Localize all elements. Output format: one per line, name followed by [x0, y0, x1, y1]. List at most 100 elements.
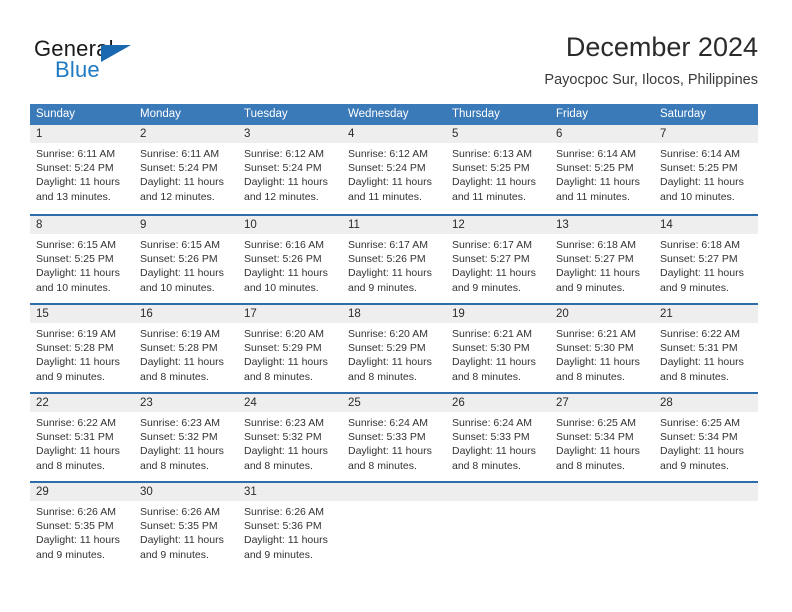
day-detail-line: and 9 minutes.	[348, 281, 417, 294]
day-cell[interactable]: 25 Sunrise: 6:24 AM Sunset: 5:33 PM Dayligh…	[342, 394, 446, 481]
day-cell[interactable]: 6 Sunrise: 6:14 AM Sunset: 5:25 PM Daylight…	[550, 125, 654, 214]
day-cell[interactable]: 31 Sunrise: 6:26 AM Sunset: 5:36 PM Dayligh…	[238, 483, 342, 570]
day-detail-line: and 8 minutes.	[36, 459, 105, 472]
general-blue-logo[interactable]: General Blue	[34, 36, 214, 88]
day-detail-line: and 8 minutes.	[452, 459, 521, 472]
day-detail-line: and 12 minutes.	[140, 190, 215, 203]
day-number-band: 8	[30, 216, 134, 234]
flag-triangle-icon	[101, 45, 131, 62]
day-detail-text: Sunrise: 6:24 AM Sunset: 5:33 PM Daylight:…	[446, 412, 550, 473]
day-detail-line: and 10 minutes.	[660, 190, 735, 203]
day-cell[interactable]: 12 Sunrise: 6:17 AM Sunset: 5:27 PM Dayligh…	[446, 216, 550, 303]
day-detail-line: Sunset: 5:31 PM	[36, 431, 114, 444]
day-cell[interactable]: 21 Sunrise: 6:22 AM Sunset: 5:31 PM Dayligh…	[654, 305, 758, 392]
day-detail-text: Sunrise: 6:18 AM Sunset: 5:27 PM Daylight:…	[550, 234, 654, 295]
day-cell[interactable]: 22 Sunrise: 6:22 AM Sunset: 5:31 PM Dayligh…	[30, 394, 134, 481]
day-detail-line: and 9 minutes.	[660, 281, 729, 294]
day-detail-line: Daylight: 11 hours	[244, 445, 328, 458]
day-number-band: 12	[446, 216, 550, 234]
day-cell[interactable]: 14 Sunrise: 6:18 AM Sunset: 5:27 PM Dayligh…	[654, 216, 758, 303]
day-detail-line: Sunset: 5:26 PM	[244, 253, 322, 266]
day-cell[interactable]: 20 Sunrise: 6:21 AM Sunset: 5:30 PM Dayligh…	[550, 305, 654, 392]
day-cell[interactable]: 15 Sunrise: 6:19 AM Sunset: 5:28 PM Dayligh…	[30, 305, 134, 392]
day-number-band: 6	[550, 125, 654, 143]
day-number-band: 26	[446, 394, 550, 412]
day-number-band	[654, 483, 758, 501]
day-cell[interactable]: 8 Sunrise: 6:15 AM Sunset: 5:25 PM Daylight…	[30, 216, 134, 303]
day-detail-line: Sunset: 5:30 PM	[452, 342, 530, 355]
day-cell[interactable]: 2 Sunrise: 6:11 AM Sunset: 5:24 PM Daylight…	[134, 125, 238, 214]
day-cell[interactable]: 16 Sunrise: 6:19 AM Sunset: 5:28 PM Dayligh…	[134, 305, 238, 392]
day-detail-line: Sunrise: 6:24 AM	[452, 417, 532, 429]
day-detail-line: Sunset: 5:34 PM	[556, 431, 634, 444]
day-detail-text: Sunrise: 6:16 AM Sunset: 5:26 PM Daylight:…	[238, 234, 342, 295]
day-detail-line: Sunrise: 6:13 AM	[452, 148, 532, 160]
day-number-band: 15	[30, 305, 134, 323]
day-detail-line: Daylight: 11 hours	[556, 267, 640, 280]
day-detail-line: and 8 minutes.	[660, 370, 729, 383]
day-detail-line: and 11 minutes.	[348, 190, 422, 203]
day-cell[interactable]: 17 Sunrise: 6:20 AM Sunset: 5:29 PM Dayligh…	[238, 305, 342, 392]
day-number: 16	[140, 308, 153, 320]
day-cell[interactable]: 26 Sunrise: 6:24 AM Sunset: 5:33 PM Dayligh…	[446, 394, 550, 481]
day-detail-text: Sunrise: 6:14 AM Sunset: 5:25 PM Daylight:…	[654, 143, 758, 204]
day-detail-line: Sunset: 5:27 PM	[556, 253, 634, 266]
day-number-band: 19	[446, 305, 550, 323]
day-cell[interactable]: 19 Sunrise: 6:21 AM Sunset: 5:30 PM Dayligh…	[446, 305, 550, 392]
day-cell[interactable]: 30 Sunrise: 6:26 AM Sunset: 5:35 PM Dayligh…	[134, 483, 238, 570]
day-detail-line: and 9 minutes.	[244, 548, 313, 561]
day-cell[interactable]: 18 Sunrise: 6:20 AM Sunset: 5:29 PM Dayligh…	[342, 305, 446, 392]
day-number-band: 23	[134, 394, 238, 412]
day-cell[interactable]: 5 Sunrise: 6:13 AM Sunset: 5:25 PM Daylight…	[446, 125, 550, 214]
day-number-band: 31	[238, 483, 342, 501]
day-number: 8	[36, 219, 43, 231]
day-number: 31	[244, 486, 257, 498]
day-detail-line: Daylight: 11 hours	[660, 176, 744, 189]
day-cell[interactable]: 28 Sunrise: 6:25 AM Sunset: 5:34 PM Dayligh…	[654, 394, 758, 481]
day-number: 22	[36, 397, 49, 409]
day-number: 10	[244, 219, 257, 231]
day-detail-text: Sunrise: 6:12 AM Sunset: 5:24 PM Daylight:…	[238, 143, 342, 204]
day-cell[interactable]: 23 Sunrise: 6:23 AM Sunset: 5:32 PM Dayligh…	[134, 394, 238, 481]
day-detail-text: Sunrise: 6:26 AM Sunset: 5:35 PM Daylight:…	[30, 501, 134, 562]
day-detail-text: Sunrise: 6:23 AM Sunset: 5:32 PM Daylight:…	[134, 412, 238, 473]
day-cell[interactable]: 9 Sunrise: 6:15 AM Sunset: 5:26 PM Daylight…	[134, 216, 238, 303]
day-detail-line: Sunrise: 6:15 AM	[140, 239, 220, 251]
day-detail-line: Sunrise: 6:17 AM	[348, 239, 428, 251]
day-detail-line: Sunset: 5:25 PM	[660, 162, 738, 175]
day-detail-line: Daylight: 11 hours	[556, 356, 640, 369]
calendar-week-row: 29 Sunrise: 6:26 AM Sunset: 5:35 PM Dayligh…	[30, 481, 758, 570]
day-detail-line: Sunset: 5:31 PM	[660, 342, 738, 355]
day-cell[interactable]: 29 Sunrise: 6:26 AM Sunset: 5:35 PM Dayligh…	[30, 483, 134, 570]
day-detail-text	[654, 501, 758, 505]
day-detail-line: Daylight: 11 hours	[36, 356, 120, 369]
day-cell[interactable]: 1 Sunrise: 6:11 AM Sunset: 5:24 PM Daylight…	[30, 125, 134, 214]
day-cell[interactable]: 3 Sunrise: 6:12 AM Sunset: 5:24 PM Daylight…	[238, 125, 342, 214]
day-detail-text: Sunrise: 6:21 AM Sunset: 5:30 PM Daylight:…	[550, 323, 654, 384]
day-detail-text: Sunrise: 6:20 AM Sunset: 5:29 PM Daylight:…	[238, 323, 342, 384]
day-cell[interactable]: 7 Sunrise: 6:14 AM Sunset: 5:25 PM Daylight…	[654, 125, 758, 214]
day-cell[interactable]: 10 Sunrise: 6:16 AM Sunset: 5:26 PM Dayligh…	[238, 216, 342, 303]
day-detail-line: Sunrise: 6:19 AM	[140, 328, 220, 340]
day-detail-text: Sunrise: 6:15 AM Sunset: 5:25 PM Daylight:…	[30, 234, 134, 295]
day-number-band: 3	[238, 125, 342, 143]
day-detail-line: Daylight: 11 hours	[244, 176, 328, 189]
day-detail-line: and 13 minutes.	[36, 190, 111, 203]
day-cell[interactable]: 27 Sunrise: 6:25 AM Sunset: 5:34 PM Dayligh…	[550, 394, 654, 481]
day-number-band: 11	[342, 216, 446, 234]
day-detail-line: Sunset: 5:33 PM	[452, 431, 530, 444]
day-number-band: 9	[134, 216, 238, 234]
day-cell[interactable]: 13 Sunrise: 6:18 AM Sunset: 5:27 PM Dayligh…	[550, 216, 654, 303]
day-number: 30	[140, 486, 153, 498]
day-detail-line: Daylight: 11 hours	[660, 267, 744, 280]
day-cell[interactable]: 4 Sunrise: 6:12 AM Sunset: 5:24 PM Daylight…	[342, 125, 446, 214]
day-cell-empty	[446, 483, 550, 570]
day-detail-line: Sunset: 5:24 PM	[36, 162, 114, 175]
day-detail-line: Sunrise: 6:12 AM	[244, 148, 324, 160]
day-cell[interactable]: 24 Sunrise: 6:23 AM Sunset: 5:32 PM Dayligh…	[238, 394, 342, 481]
day-cell[interactable]: 11 Sunrise: 6:17 AM Sunset: 5:26 PM Dayligh…	[342, 216, 446, 303]
day-number: 26	[452, 397, 465, 409]
title-block: December 2024 Payocpoc Sur, Ilocos, Phil…	[544, 30, 758, 90]
day-detail-line: Sunset: 5:35 PM	[36, 520, 114, 533]
day-number: 1	[36, 128, 43, 140]
